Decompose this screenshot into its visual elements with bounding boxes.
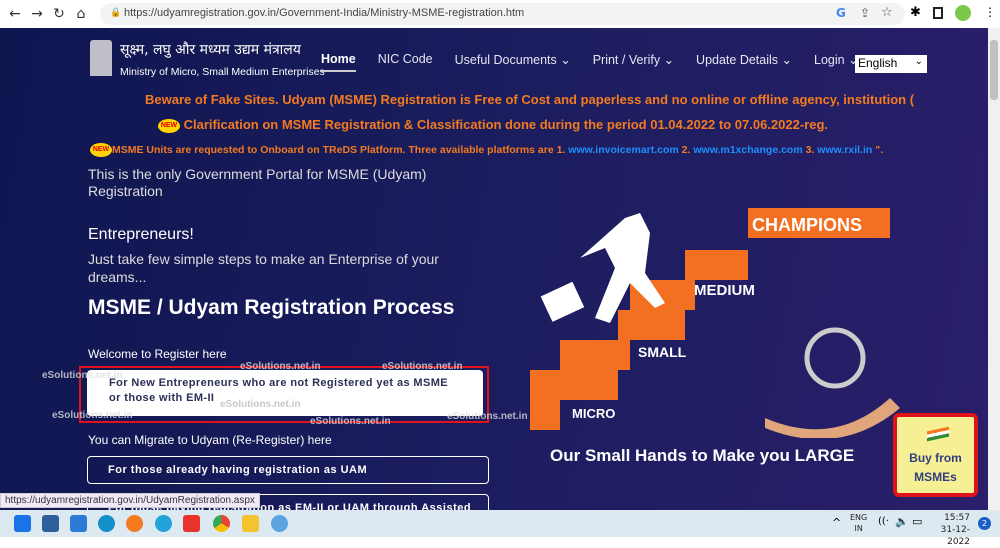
scrollbar-thumb[interactable] xyxy=(990,40,998,100)
extensions-icon[interactable]: ✱ xyxy=(910,5,921,20)
main-nav: Home NIC Code Useful Documents ⌄ Print /… xyxy=(321,52,859,72)
rxil-link[interactable]: www.rxil.in xyxy=(817,144,872,156)
step-medium: MEDIUM xyxy=(694,282,755,299)
notification-badge[interactable]: 2 xyxy=(978,517,991,530)
volume-icon[interactable]: 🔈 xyxy=(895,515,909,528)
migrate-text: You can Migrate to Udyam (Re-Register) h… xyxy=(88,433,332,447)
page-content: सूक्ष्म, लघु और मध्यम उद्यम मंत्रालय Min… xyxy=(0,28,988,510)
anydesk-icon[interactable] xyxy=(183,515,200,532)
step-micro: MICRO xyxy=(572,406,616,421)
clock[interactable]: 15:57 31-12-2022 xyxy=(930,512,970,548)
clarification-notice[interactable]: NEW Clarification on MSME Registration &… xyxy=(158,117,828,133)
nav-update-details[interactable]: Update Details ⌄ xyxy=(696,52,792,72)
welcome-text: Welcome to Register here xyxy=(88,347,227,361)
back-icon[interactable]: ← xyxy=(4,6,26,22)
file-explorer-icon[interactable] xyxy=(242,515,259,532)
app-icon[interactable] xyxy=(98,515,115,532)
new-badge-icon: NEW xyxy=(158,118,180,133)
paint-icon[interactable] xyxy=(271,515,288,532)
scrollbar[interactable] xyxy=(988,28,1000,510)
hand-icon xyxy=(765,398,900,438)
wifi-icon[interactable]: ((· xyxy=(878,516,889,527)
emblem-icon xyxy=(90,40,112,76)
tray-chevron-icon[interactable]: ^ xyxy=(832,516,841,529)
home-icon[interactable]: ⌂ xyxy=(70,6,92,22)
chakra-wheel-icon xyxy=(804,327,866,389)
watermark: eSolutions.net.in xyxy=(52,410,133,421)
steps-text: Just take few simple steps to make an En… xyxy=(88,251,439,285)
browser-toolbar: ← → ↻ ⌂ 🔒 https://udyamregistration.gov.i… xyxy=(0,0,1000,28)
nav-print-verify[interactable]: Print / Verify ⌄ xyxy=(593,52,674,72)
battery-icon[interactable]: ▭ xyxy=(912,515,922,528)
watermark: eSolutions.net.in xyxy=(240,361,321,372)
hero-tagline: Our Small Hands to Make you LARGE xyxy=(550,446,855,465)
firefox-icon[interactable] xyxy=(126,515,143,532)
taskbar: ^ ENG IN ((· 🔈 ▭ 15:57 31-12-2022 2 xyxy=(0,510,1000,547)
start-icon[interactable] xyxy=(14,515,31,532)
hindi-title: सूक्ष्म, लघु और मध्यम उद्यम मंत्रालय xyxy=(120,42,301,58)
url-text: https://udyamregistration.gov.in/Governm… xyxy=(124,7,525,19)
address-bar[interactable]: 🔒 https://udyamregistration.gov.in/Govern… xyxy=(100,3,905,25)
edge-icon[interactable] xyxy=(155,515,172,532)
sidepanel-icon[interactable] xyxy=(933,7,943,19)
watermark: eSolutions.net.in xyxy=(310,416,391,427)
watermark: eSolutions.net.in xyxy=(447,411,528,422)
chrome-icon[interactable] xyxy=(213,515,230,532)
nav-useful-documents[interactable]: Useful Documents ⌄ xyxy=(455,52,571,72)
stairs-shape xyxy=(530,208,890,430)
watermark: eSolutions.net.in xyxy=(382,361,463,372)
india-flag-icon xyxy=(927,426,949,442)
nav-login[interactable]: Login ⌄ xyxy=(814,52,859,72)
new-badge-icon: NEW xyxy=(90,143,112,157)
uam-button[interactable]: For those already having registration as… xyxy=(87,456,489,484)
briefcase-icon xyxy=(540,281,585,322)
buy-from-msmes-button[interactable]: Buy from MSMEs xyxy=(893,413,978,497)
share-icon[interactable]: ⇪ xyxy=(860,6,870,20)
process-title: MSME / Udyam Registration Process xyxy=(88,296,455,319)
google-icon[interactable]: G xyxy=(836,6,846,20)
reload-icon[interactable]: ↻ xyxy=(48,6,70,22)
fake-sites-notice: Beware of Fake Sites. Udyam (MSME) Regis… xyxy=(145,92,915,107)
invoicemart-link[interactable]: www.invoicemart.com xyxy=(568,144,678,156)
mail-icon[interactable] xyxy=(70,515,87,532)
entrepreneurs-heading: Entrepreneurs! xyxy=(88,226,194,243)
nav-nic-code[interactable]: NIC Code xyxy=(378,52,433,72)
language-indicator[interactable]: ENG IN xyxy=(850,512,867,534)
watermark: eSolutions.net.in xyxy=(220,399,301,410)
step-small: SMALL xyxy=(638,344,687,360)
avatar[interactable] xyxy=(955,5,971,21)
forward-icon[interactable]: → xyxy=(26,6,48,22)
ministry-name: Ministry of Micro, Small Medium Enterpri… xyxy=(120,66,325,78)
star-icon[interactable]: ☆ xyxy=(881,5,893,20)
menu-icon[interactable]: ⋮ xyxy=(984,5,996,19)
nav-home[interactable]: Home xyxy=(321,52,356,72)
language-select[interactable]: English ⌄ xyxy=(855,55,927,73)
status-bar-url: https://udyamregistration.gov.in/UdyamRe… xyxy=(0,493,260,508)
treds-notice: NEW MSME Units are requested to Onboard o… xyxy=(90,143,883,157)
store-icon[interactable] xyxy=(42,515,59,532)
step-champions: CHAMPIONS xyxy=(752,215,863,235)
watermark: eSolutions.net.in xyxy=(42,370,123,381)
m1xchange-link[interactable]: www.m1xchange.com xyxy=(693,144,802,156)
portal-text: This is the only Government Portal for M… xyxy=(88,166,427,199)
lock-icon: 🔒 xyxy=(110,7,122,17)
